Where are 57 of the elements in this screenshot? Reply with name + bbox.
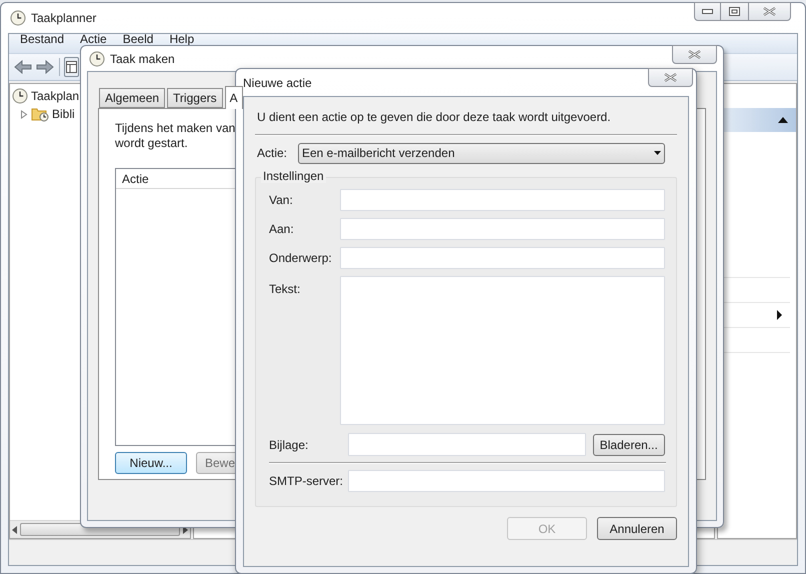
field-label: Actie:	[257, 145, 288, 162]
submenu-arrow-icon	[777, 310, 782, 320]
clock-icon	[12, 88, 28, 104]
field-label: Bijlage:	[269, 436, 310, 454]
description-text: Tijdens het maken van	[115, 121, 236, 136]
minimize-icon	[702, 9, 713, 14]
field-label: Tekst:	[269, 281, 302, 298]
instruction-text: U dient een actie op te geven die door deze taak wordt uitgevoerd.	[256, 109, 612, 125]
menu-item[interactable]: Bestand	[13, 34, 72, 45]
action-dropdown[interactable]: Een e-mailbericht verzenden	[298, 142, 665, 164]
maximize-button[interactable]	[721, 2, 748, 21]
console-tree-button[interactable]	[64, 57, 79, 77]
tree-item[interactable]: Taakplan	[31, 87, 80, 105]
tree-item[interactable]: Bibli	[52, 105, 75, 123]
collapse-arrow-icon	[778, 117, 788, 123]
tab[interactable]: Triggers	[167, 88, 223, 108]
group-title: Instellingen	[261, 169, 326, 183]
dropdown-arrow-icon	[654, 151, 661, 155]
button[interactable]: Annuleren	[597, 517, 677, 540]
close-icon	[763, 7, 776, 16]
dialog-title: Taak maken	[110, 50, 175, 68]
folder-clock-icon	[31, 106, 49, 122]
input-field[interactable]	[348, 433, 586, 456]
close-icon	[664, 73, 677, 82]
menu-item[interactable]: Help	[162, 34, 202, 45]
close-button[interactable]	[648, 68, 693, 87]
left-arrow-icon	[14, 60, 32, 74]
right-arrow-icon	[36, 60, 54, 74]
window-title: Taakplanner	[31, 10, 96, 27]
close-icon	[688, 50, 701, 59]
left-arrow-icon	[12, 526, 18, 534]
button[interactable]: Nieuw...	[115, 452, 187, 474]
menu-item[interactable]: Actie	[73, 34, 114, 45]
tab[interactable]: Algemeen	[99, 88, 166, 108]
column-header[interactable]: Actie	[116, 170, 155, 188]
dialog-title: Nieuwe actie	[243, 74, 312, 92]
tab[interactable]: A	[224, 86, 243, 109]
field-label: Onderwerp:	[269, 250, 333, 267]
field-label: SMTP-server:	[269, 473, 344, 490]
clock-icon	[10, 10, 26, 26]
field-label: Aan:	[269, 221, 295, 238]
panel-icon	[66, 61, 77, 73]
input-field[interactable]	[340, 218, 665, 240]
close-button[interactable]	[748, 2, 791, 21]
close-button[interactable]	[672, 45, 717, 64]
input-field[interactable]	[340, 247, 665, 269]
input-field[interactable]	[348, 470, 665, 492]
back-button[interactable]	[13, 57, 33, 77]
restore-icon	[729, 7, 740, 16]
input-field[interactable]	[340, 189, 665, 211]
minimize-button[interactable]	[694, 2, 721, 21]
clock-icon	[89, 50, 105, 66]
description-text: wordt gestart.	[115, 136, 188, 151]
browse-button[interactable]: Bladeren...	[592, 434, 665, 456]
field-label: Van:	[269, 192, 294, 209]
forward-button[interactable]	[35, 57, 55, 77]
menu-item[interactable]: Beeld	[116, 34, 160, 45]
